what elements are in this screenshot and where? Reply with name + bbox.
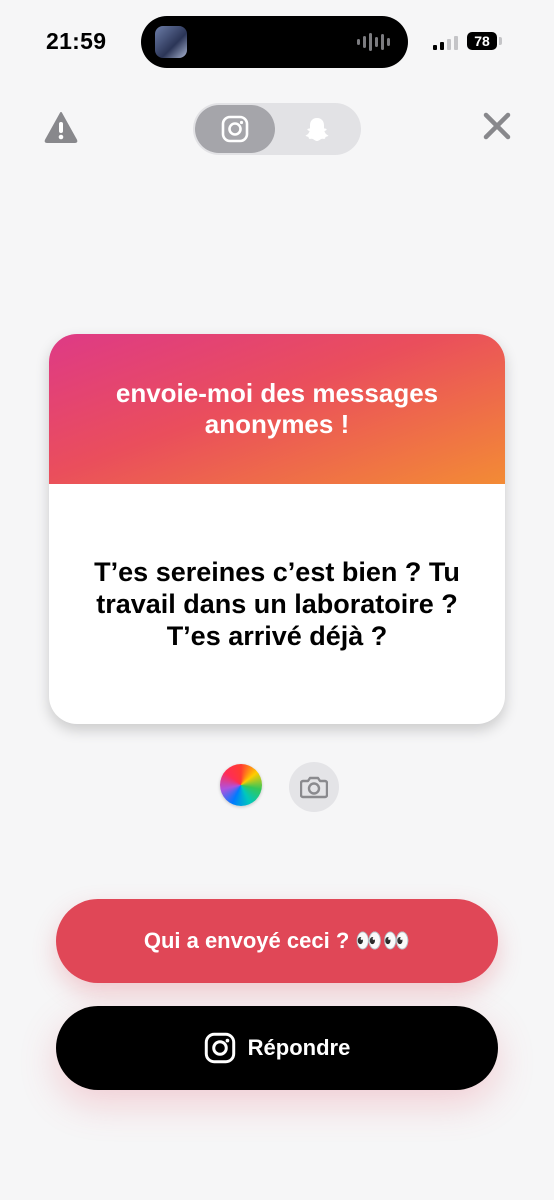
reply-button[interactable]: Répondre <box>56 1006 498 1090</box>
tab-snapchat[interactable] <box>277 105 357 153</box>
battery-tip <box>499 37 502 45</box>
tab-instagram[interactable] <box>195 105 275 153</box>
who-sent-this-button[interactable]: Qui a envoyé ceci ? 👀👀 <box>56 899 498 983</box>
who-sent-this-label: Qui a envoyé ceci ? 👀👀 <box>143 928 411 953</box>
card-header-title: envoie-moi des messages anonymes ! <box>115 378 439 439</box>
instagram-icon <box>204 1032 235 1064</box>
snapchat-ghost-icon <box>305 118 329 141</box>
card-body: T’es sereines c’est bien ? Tu travail da… <box>49 484 505 724</box>
status-time: 21:59 <box>46 28 107 54</box>
camera-button[interactable] <box>289 762 339 812</box>
message-text: T’es sereines c’est bien ? Tu travail da… <box>94 557 460 651</box>
card-header: envoie-moi des messages anonymes ! <box>49 334 505 484</box>
warning-triangle-icon[interactable] <box>44 111 78 143</box>
audio-waveform-icon <box>357 32 390 52</box>
cellular-signal-icon <box>433 34 458 50</box>
dynamic-island[interactable] <box>141 16 408 68</box>
color-wheel-icon[interactable] <box>220 764 262 806</box>
anonymous-message-card: envoie-moi des messages anonymes ! T’es … <box>49 334 505 724</box>
battery-icon: 78 <box>467 32 497 50</box>
close-x-icon[interactable] <box>482 111 512 141</box>
camera-icon <box>300 776 328 799</box>
platform-switcher <box>193 103 361 155</box>
now-playing-artwork <box>155 26 187 58</box>
reply-label: Répondre <box>247 1035 351 1060</box>
instagram-icon <box>221 115 249 143</box>
